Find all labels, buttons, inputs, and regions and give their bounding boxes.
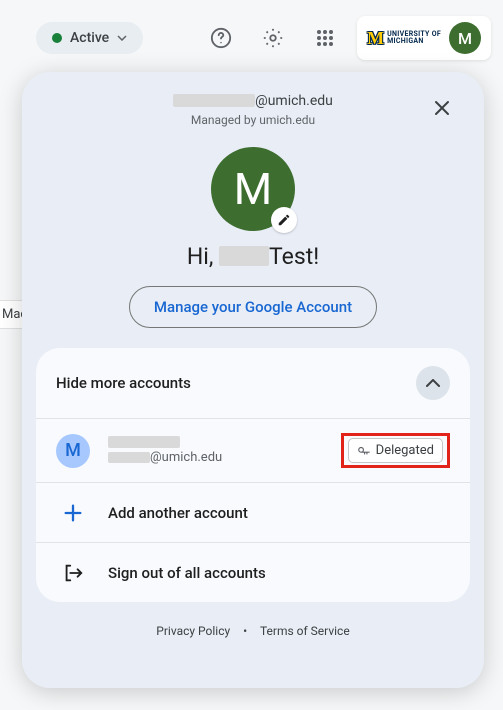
manage-account-button[interactable]: Manage your Google Account <box>129 286 377 328</box>
avatar-wrap: M <box>211 147 295 231</box>
edit-avatar-button[interactable] <box>271 207 297 233</box>
greeting: Hi, Test! <box>32 243 474 270</box>
footer-links: Privacy Policy • Terms of Service <box>32 624 474 638</box>
delegated-account-row[interactable]: M @umich.edu Delegated <box>36 418 470 482</box>
help-icon[interactable] <box>201 18 241 58</box>
close-icon <box>432 98 452 118</box>
top-bar: Active M UNIVERSITY OF MICHIGAN M <box>0 0 503 70</box>
privacy-policy-link[interactable]: Privacy Policy <box>156 624 230 638</box>
redacted-text <box>108 452 150 463</box>
account-info: @umich.edu <box>108 436 323 465</box>
hide-accounts-toggle[interactable]: Hide more accounts <box>36 348 470 418</box>
separator-dot: • <box>243 624 247 638</box>
status-pill[interactable]: Active <box>36 22 143 54</box>
managed-by-text: Managed by umich.edu <box>72 113 434 127</box>
sign-out-label: Sign out of all accounts <box>108 564 266 582</box>
plus-icon <box>56 502 90 524</box>
status-dot-icon <box>52 33 62 43</box>
sign-out-all[interactable]: Sign out of all accounts <box>36 542 470 602</box>
close-button[interactable] <box>424 90 460 126</box>
add-account-label: Add another account <box>108 504 248 522</box>
org-badge[interactable]: M UNIVERSITY OF MICHIGAN M <box>357 16 491 60</box>
sign-out-icon <box>56 562 90 584</box>
add-another-account[interactable]: Add another account <box>36 482 470 542</box>
status-label: Active <box>70 30 109 46</box>
avatar-small: M <box>449 22 481 54</box>
accounts-card: Hide more accounts M @umich.edu Delegate… <box>36 348 470 602</box>
chevron-up-icon <box>416 366 450 400</box>
account-email: @umich.edu <box>173 93 333 109</box>
delegated-badge: Delegated <box>348 438 443 463</box>
redacted-text <box>219 246 269 266</box>
apps-grid-icon[interactable] <box>305 18 345 58</box>
pencil-icon <box>277 213 291 227</box>
panel-header: @umich.edu Managed by umich.edu <box>32 92 474 127</box>
settings-icon[interactable] <box>253 18 293 58</box>
umich-logo-icon: M UNIVERSITY OF MICHIGAN <box>367 28 441 49</box>
chevron-down-icon <box>117 35 127 41</box>
highlight-box: Delegated <box>341 433 450 468</box>
key-icon <box>357 444 371 458</box>
account-avatar: M <box>56 434 90 468</box>
hide-accounts-label: Hide more accounts <box>56 374 191 392</box>
redacted-text <box>173 94 255 107</box>
terms-link[interactable]: Terms of Service <box>260 624 350 638</box>
redacted-text <box>108 436 180 448</box>
account-panel: @umich.edu Managed by umich.edu M Hi, Te… <box>22 72 484 688</box>
